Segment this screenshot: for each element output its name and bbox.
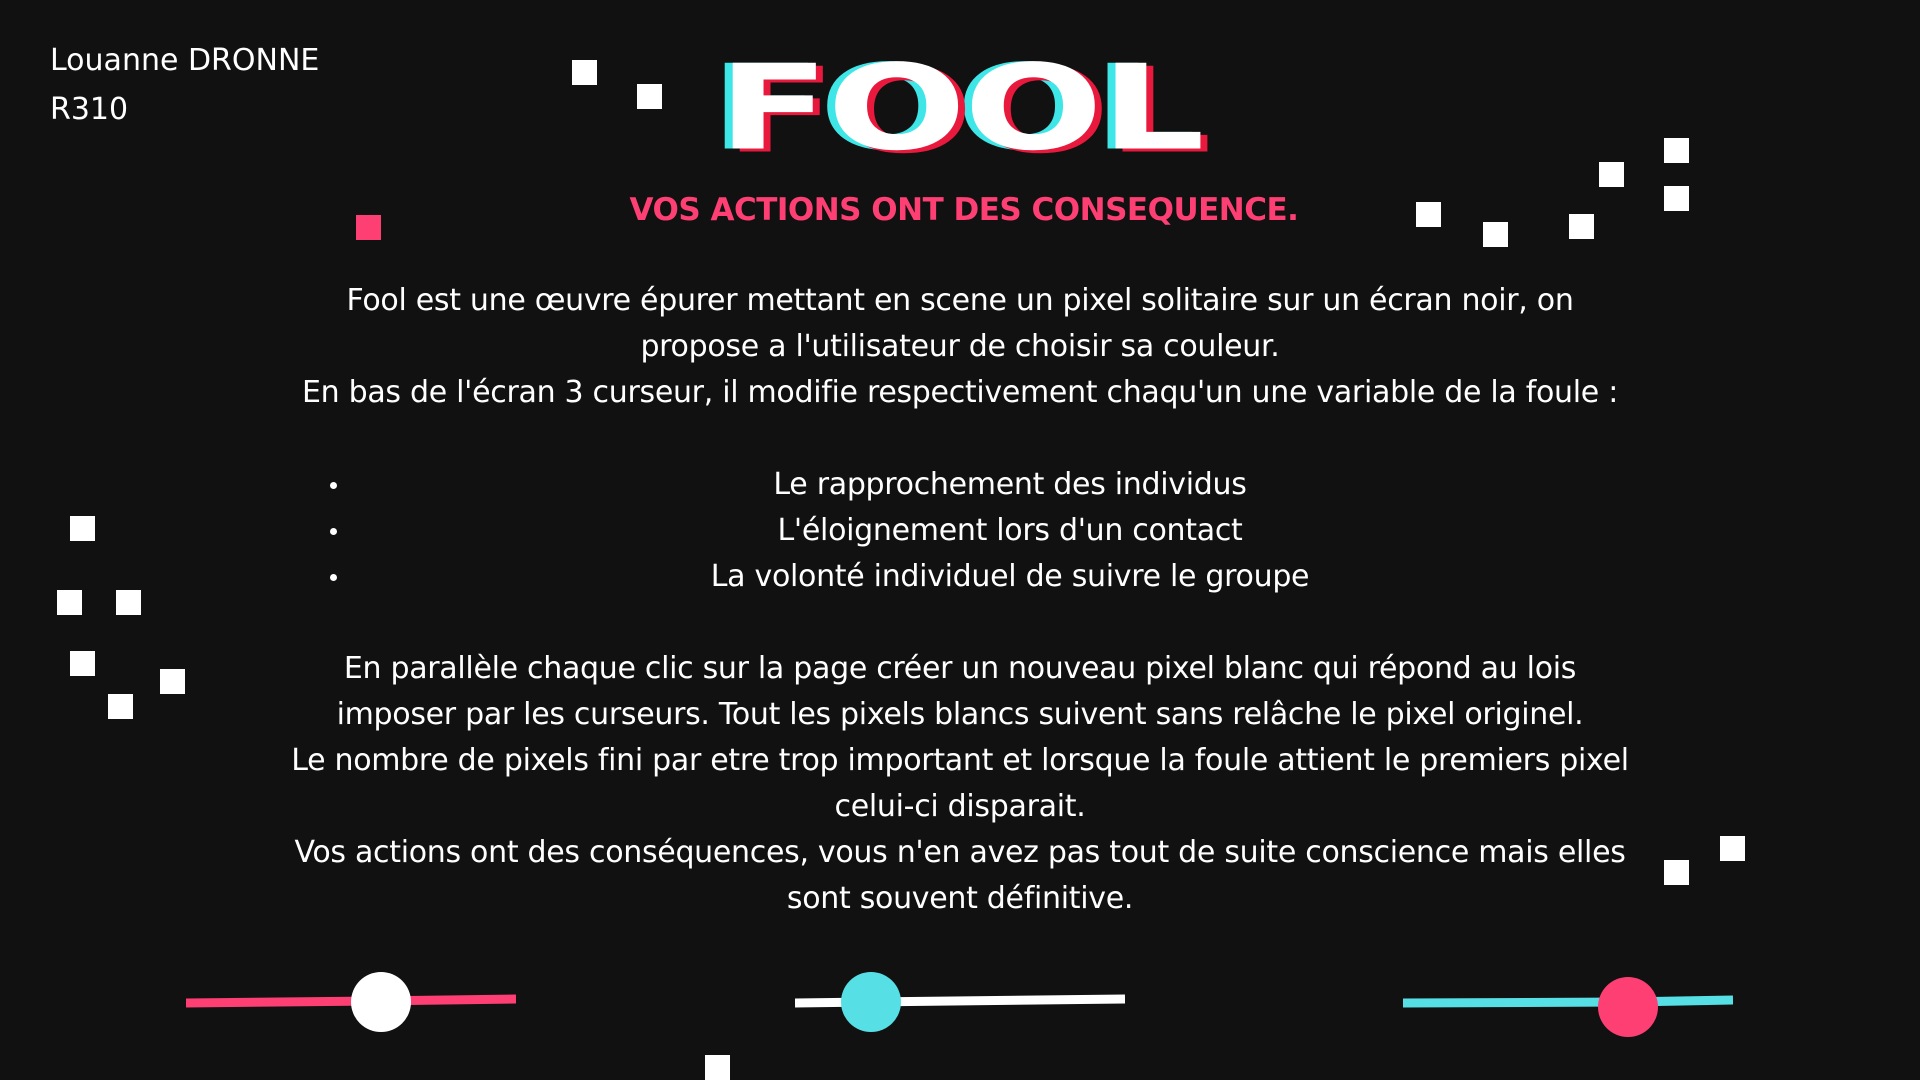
pixel-decoration	[57, 590, 82, 615]
slider-rapprochement[interactable]	[186, 968, 516, 1038]
description-line-1: Fool est une œuvre épurer mettant en sce…	[346, 283, 1574, 364]
pixel-decoration	[1416, 202, 1441, 227]
pixel-decoration	[637, 84, 662, 109]
list-item: La volonté individuel de suivre le group…	[320, 554, 1660, 600]
bullet-icon	[330, 528, 337, 535]
description-paragraph-2: Le nombre de pixels fini par etre trop i…	[291, 743, 1629, 824]
slider-track-filled	[186, 996, 377, 1008]
pixel-decoration	[1569, 214, 1594, 239]
slider-knob	[1598, 977, 1658, 1037]
pixel-decoration	[572, 60, 597, 85]
bullet-icon	[330, 574, 337, 581]
title-logo: FOOL FOOL FOOL	[0, 44, 1920, 174]
list-item-text: La volonté individuel de suivre le group…	[710, 559, 1310, 594]
list-item: Le rapprochement des individus	[320, 462, 1660, 508]
pixel-decoration	[1483, 222, 1508, 247]
pixel-decoration	[160, 669, 185, 694]
pixel-decoration	[116, 590, 141, 615]
slider-track	[870, 994, 1125, 1007]
pixel-decoration	[1664, 138, 1689, 163]
tagline: VOS ACTIONS ONT DES CONSEQUENCE.	[629, 192, 1299, 228]
slider-track-filled	[1403, 997, 1629, 1008]
description-paragraph-3: Vos actions ont des conséquences, vous n…	[294, 835, 1626, 916]
description-intro: Fool est une œuvre épurer mettant en sce…	[290, 278, 1630, 416]
pixel-decoration	[1599, 162, 1624, 187]
pixel-decoration	[70, 516, 95, 541]
description-paragraph-1: En parallèle chaque clic sur la page cré…	[336, 651, 1584, 732]
variables-list: Le rapprochement des individus L'éloigne…	[320, 462, 1660, 600]
pixel-decoration	[1664, 186, 1689, 211]
list-item-text: L'éloignement lors d'un contact	[777, 513, 1243, 548]
list-item: L'éloignement lors d'un contact	[320, 508, 1660, 554]
page-title: FOOL	[717, 40, 1205, 178]
pixel-decoration	[705, 1055, 730, 1080]
pixel-decoration	[108, 694, 133, 719]
description-details: En parallèle chaque clic sur la page cré…	[290, 646, 1630, 922]
pixel-decoration	[1664, 860, 1689, 885]
slider-knob	[841, 972, 901, 1032]
slider-eloignement[interactable]	[795, 968, 1125, 1038]
pixel-decoration	[1720, 836, 1745, 861]
description-line-2: En bas de l'écran 3 curseur, il modifie …	[301, 375, 1618, 410]
pixel-decoration	[70, 651, 95, 676]
slider-suivre[interactable]	[1403, 970, 1733, 1040]
bullet-icon	[330, 482, 337, 489]
slider-knob	[351, 972, 411, 1032]
list-item-text: Le rapprochement des individus	[773, 467, 1247, 502]
pixel-decoration-pink	[356, 215, 381, 240]
